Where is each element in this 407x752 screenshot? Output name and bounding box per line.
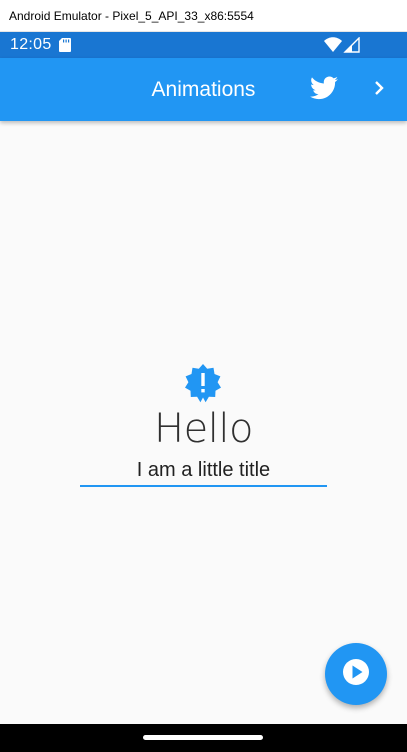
status-time: 12:05 xyxy=(10,36,52,53)
cellular-signal-icon xyxy=(343,36,361,53)
play-arrow-icon xyxy=(342,658,370,690)
app-bar: Animations xyxy=(0,58,407,121)
new-releases-icon xyxy=(183,363,223,403)
chevron-right-icon xyxy=(373,80,385,100)
emulator-window: Android Emulator - Pixel_5_API_33_x86:55… xyxy=(0,0,407,752)
twitter-button[interactable] xyxy=(304,70,344,110)
wifi-icon xyxy=(324,37,342,52)
sd-card-icon xyxy=(59,38,71,52)
twitter-icon xyxy=(310,76,338,104)
navigation-bar xyxy=(0,724,407,752)
home-gesture-handle[interactable] xyxy=(143,735,263,740)
app-bar-title: Animations xyxy=(151,78,256,101)
subtitle-text-field[interactable]: I am a little title xyxy=(80,453,327,487)
next-page-button[interactable] xyxy=(362,70,396,110)
headline-text: Hello xyxy=(154,406,253,452)
status-bar: 12:05 xyxy=(0,32,407,58)
window-titlebar: Android Emulator - Pixel_5_API_33_x86:55… xyxy=(0,0,407,32)
main-content: Hello I am a little title xyxy=(0,121,407,724)
play-fab-button[interactable] xyxy=(325,643,387,705)
subtitle-text: I am a little title xyxy=(136,459,271,481)
window-title: Android Emulator - Pixel_5_API_33_x86:55… xyxy=(9,9,254,23)
